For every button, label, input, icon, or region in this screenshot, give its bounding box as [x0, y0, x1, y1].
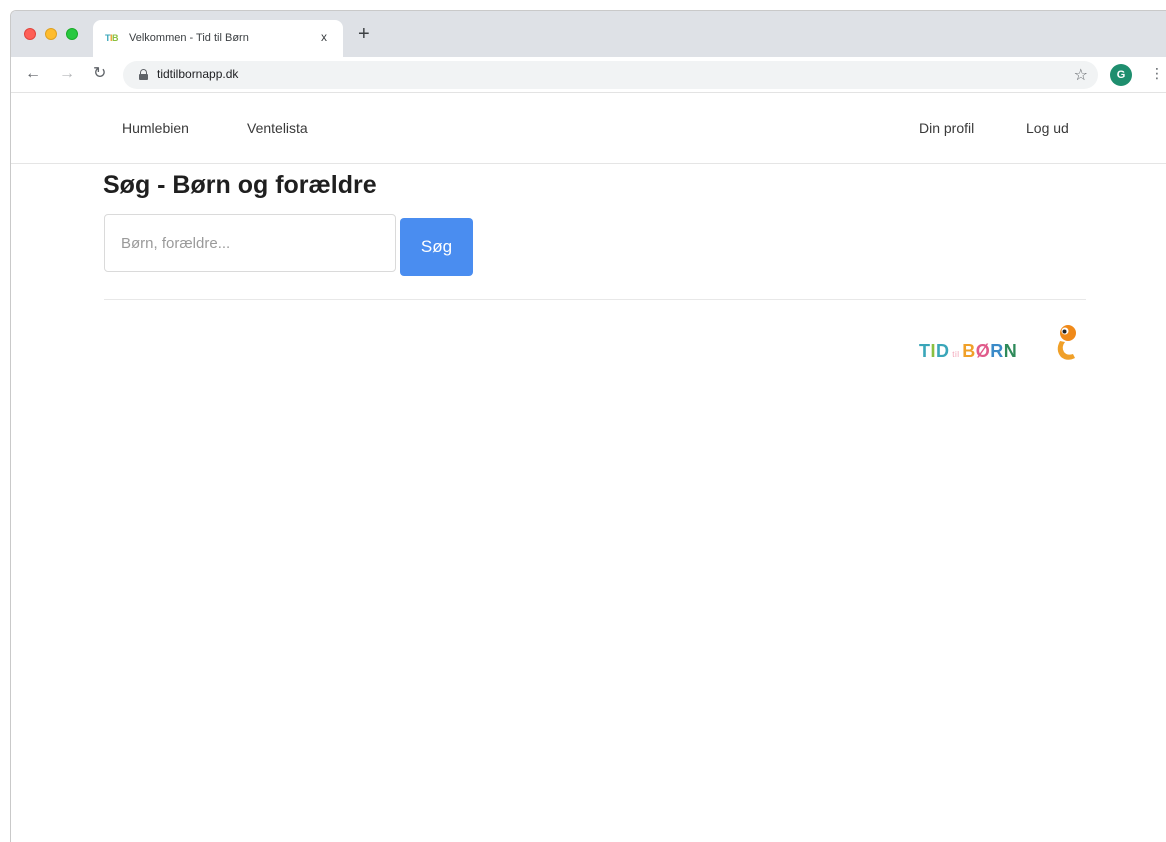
- url-text[interactable]: tidtilbornapp.dk: [157, 67, 238, 81]
- profile-avatar[interactable]: G: [1110, 64, 1132, 86]
- logo-letter: Ø: [975, 341, 991, 361]
- nav-link-profile[interactable]: Din profil: [919, 120, 974, 136]
- new-tab-button[interactable]: +: [358, 24, 370, 44]
- tab-title: Velkommen - Tid til Børn: [129, 32, 249, 44]
- logo-letter: D: [936, 341, 950, 361]
- browser-toolbar: ← → ↻ tidtilbornapp.dk ☆ G ⋮: [11, 57, 1166, 93]
- star-icon[interactable]: ☆: [1074, 65, 1088, 85]
- maximize-window-button[interactable]: [66, 28, 78, 40]
- logo-letter: R: [990, 341, 1004, 361]
- nav-link-logout[interactable]: Log ud: [1026, 120, 1069, 136]
- nav-link-ventelista[interactable]: Ventelista: [247, 120, 308, 136]
- minimize-window-button[interactable]: [45, 28, 57, 40]
- bird-icon: [1057, 325, 1076, 360]
- logo-letter: N: [1003, 341, 1018, 361]
- close-window-button[interactable]: [24, 28, 36, 40]
- favicon-icon: TIB: [105, 33, 119, 43]
- reload-icon[interactable]: ↻: [93, 65, 106, 83]
- browser-tab[interactable]: TIB Velkommen - Tid til Børn x: [93, 20, 343, 57]
- address-bar[interactable]: tidtilbornapp.dk ☆: [123, 61, 1098, 89]
- divider: [104, 299, 1086, 300]
- menu-icon[interactable]: ⋮: [1150, 65, 1164, 82]
- tab-close-icon[interactable]: x: [321, 30, 327, 44]
- logo-letter: B: [962, 341, 976, 361]
- browser-window: TIB Velkommen - Tid til Børn x + ← → ↻ t…: [10, 10, 1166, 842]
- site-navbar: Humlebien Ventelista Din profil Log ud: [11, 94, 1166, 164]
- page-title: Søg - Børn og forældre: [103, 171, 377, 199]
- logo-letter: T: [919, 341, 931, 361]
- nav-link-humlebien[interactable]: Humlebien: [122, 120, 189, 136]
- lock-icon[interactable]: [139, 69, 148, 80]
- back-icon[interactable]: ←: [25, 65, 41, 83]
- tid-til-born-logo: TID til BØRN: [919, 324, 1089, 364]
- logo-wordmark: TID til BØRN: [919, 341, 1018, 361]
- forward-icon[interactable]: →: [59, 65, 75, 83]
- search-input[interactable]: [104, 214, 396, 272]
- search-button[interactable]: Søg: [400, 218, 473, 276]
- browser-titlebar: TIB Velkommen - Tid til Børn x +: [11, 11, 1166, 57]
